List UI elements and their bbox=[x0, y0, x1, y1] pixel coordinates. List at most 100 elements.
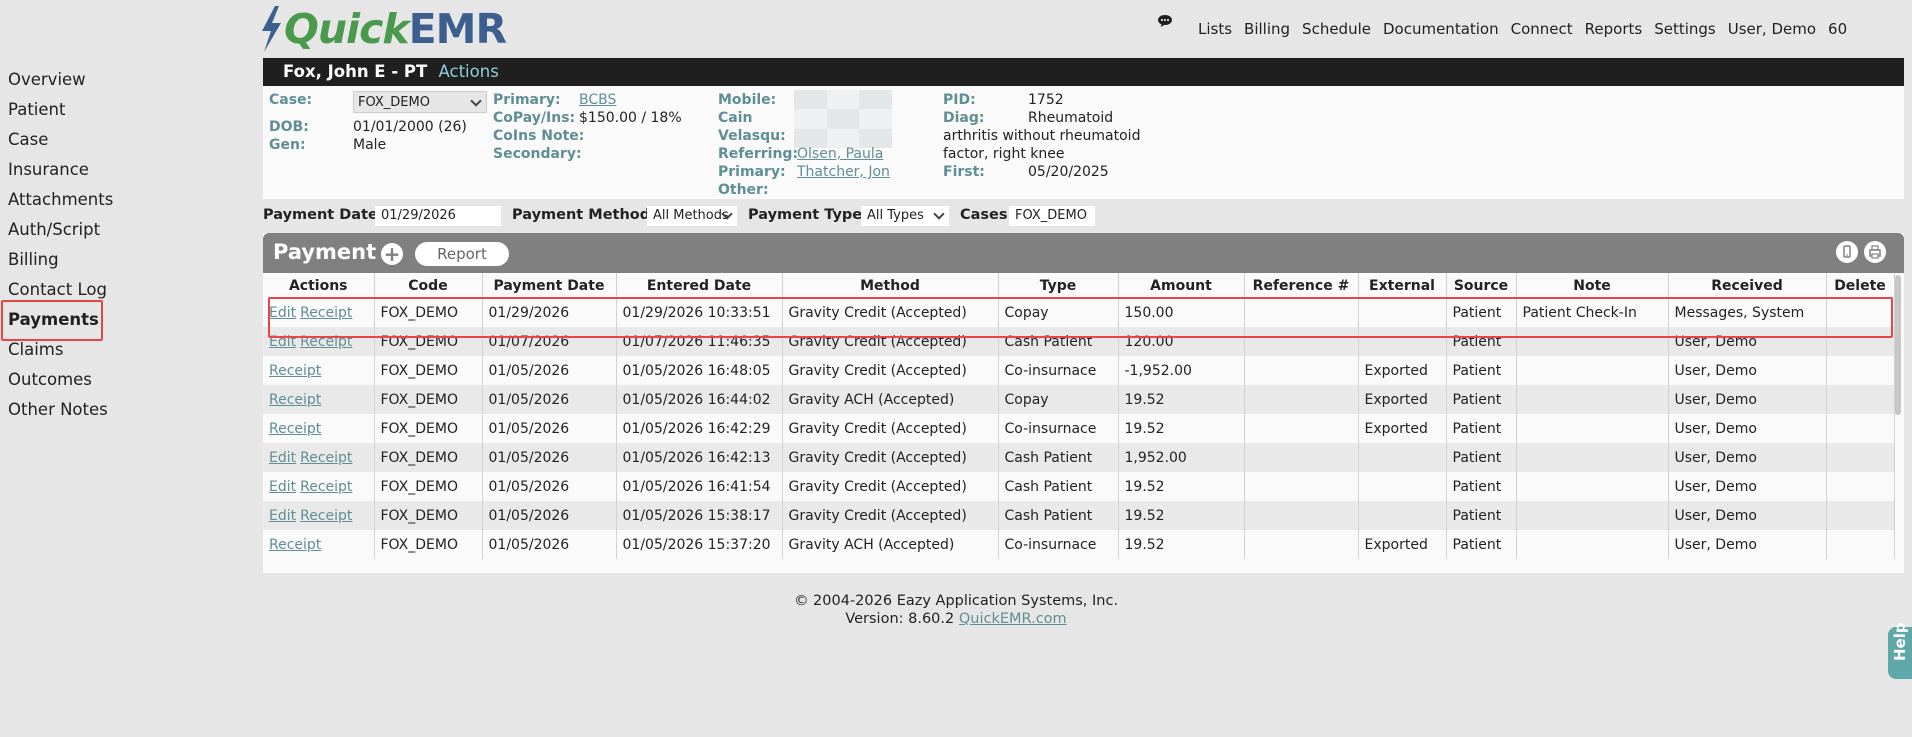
diag-label: Diag: bbox=[943, 110, 985, 126]
row-actions-cell: Edit Receipt bbox=[263, 443, 375, 472]
nav-lists[interactable]: Lists bbox=[1198, 20, 1232, 38]
col-payment-date[interactable]: Payment Date bbox=[482, 273, 617, 298]
sidebar-item-outcomes[interactable]: Outcomes bbox=[0, 365, 260, 395]
col-source[interactable]: Source bbox=[1446, 273, 1517, 298]
edit-link[interactable]: Edit bbox=[269, 508, 296, 524]
edit-link[interactable]: Edit bbox=[269, 479, 296, 495]
receipt-link[interactable]: Receipt bbox=[300, 479, 352, 495]
velasqu-label: Velasqu: bbox=[718, 128, 786, 144]
col-actions[interactable]: Actions bbox=[263, 273, 375, 298]
sidebar-item-auth-script[interactable]: Auth/Script bbox=[0, 215, 260, 245]
sidebar-item-other-notes[interactable]: Other Notes bbox=[0, 395, 260, 425]
quickemr-logo[interactable]: Quick EMR bbox=[258, 4, 507, 54]
cell-ref bbox=[1244, 356, 1359, 385]
edit-link[interactable]: Edit bbox=[269, 450, 296, 466]
gender-label: Gen: bbox=[269, 137, 306, 153]
nav-connect[interactable]: Connect bbox=[1511, 20, 1573, 38]
cell-entered: 01/05/2026 16:48:05 bbox=[616, 356, 783, 385]
primary-ins-link[interactable]: BCBS bbox=[579, 92, 616, 108]
mobile-icon[interactable] bbox=[1836, 241, 1858, 263]
cell-received: User, Demo bbox=[1668, 414, 1827, 443]
col-amount[interactable]: Amount bbox=[1118, 273, 1245, 298]
payment-method-select[interactable]: All Methods bbox=[647, 206, 737, 226]
cell-amount: 19.52 bbox=[1118, 385, 1245, 414]
receipt-link[interactable]: Receipt bbox=[269, 392, 321, 408]
table-row[interactable]: Edit Receipt FOX_DEMO 01/05/2026 01/05/2026 … bbox=[263, 472, 1895, 501]
sidebar-item-overview[interactable]: Overview bbox=[0, 65, 260, 95]
cell-delete[interactable] bbox=[1826, 414, 1895, 443]
sidebar-item-attachments[interactable]: Attachments bbox=[0, 185, 260, 215]
primary-ins-label: Primary: bbox=[493, 92, 561, 108]
receipt-link[interactable]: Receipt bbox=[269, 363, 321, 379]
case-select[interactable]: FOX_DEMO bbox=[353, 91, 487, 113]
nav-settings[interactable]: Settings bbox=[1654, 20, 1716, 38]
referring-provider-link[interactable]: Olsen, Paula bbox=[797, 146, 883, 162]
cell-entered: 01/05/2026 15:38:17 bbox=[616, 501, 783, 530]
cell-delete[interactable] bbox=[1826, 501, 1895, 530]
col-external[interactable]: External bbox=[1358, 273, 1447, 298]
report-button[interactable]: Report bbox=[415, 242, 509, 266]
cases-select[interactable]: FOX_DEMO bbox=[1009, 206, 1095, 226]
table-row[interactable]: Edit Receipt FOX_DEMO 01/05/2026 01/05/2026 … bbox=[263, 443, 1895, 472]
cell-delete[interactable] bbox=[1826, 443, 1895, 472]
payment-type-label: Payment Type bbox=[748, 207, 863, 223]
col-entered-date[interactable]: Entered Date bbox=[616, 273, 783, 298]
sidebar-item-insurance[interactable]: Insurance bbox=[0, 155, 260, 185]
payment-type-select[interactable]: All Types bbox=[861, 206, 949, 226]
sidebar-item-billing[interactable]: Billing bbox=[0, 245, 260, 275]
top-bar: Quick EMR Lists Billing Schedule Documen… bbox=[0, 0, 1912, 57]
table-row[interactable]: Receipt FOX_DEMO 01/05/2026 01/05/2026 15:3… bbox=[263, 530, 1895, 559]
cell-pay-date: 01/05/2026 bbox=[482, 414, 617, 443]
sidebar-item-case[interactable]: Case bbox=[0, 125, 260, 155]
print-icon[interactable] bbox=[1864, 241, 1886, 263]
receipt-link[interactable]: Receipt bbox=[300, 508, 352, 524]
cell-delete[interactable] bbox=[1826, 530, 1895, 559]
nav-schedule[interactable]: Schedule bbox=[1302, 20, 1371, 38]
col-type[interactable]: Type bbox=[998, 273, 1119, 298]
cell-method: Gravity Credit (Accepted) bbox=[782, 443, 999, 472]
cell-code: FOX_DEMO bbox=[374, 443, 483, 472]
primary-provider-link[interactable]: Thatcher, Jon bbox=[797, 164, 890, 180]
cell-external bbox=[1358, 501, 1447, 530]
table-row[interactable]: Edit Receipt FOX_DEMO 01/05/2026 01/05/2026 … bbox=[263, 501, 1895, 530]
receipt-link[interactable]: Receipt bbox=[269, 537, 321, 553]
add-payment-button[interactable]: + bbox=[381, 243, 403, 265]
cell-type: Co-insurnace bbox=[998, 414, 1119, 443]
sidebar-item-patient[interactable]: Patient bbox=[0, 95, 260, 125]
patient-actions-menu[interactable]: Actions bbox=[439, 62, 499, 81]
receipt-link[interactable]: Receipt bbox=[300, 450, 352, 466]
chat-bubble-icon[interactable] bbox=[1157, 14, 1173, 28]
cell-delete[interactable] bbox=[1826, 356, 1895, 385]
cell-entered: 01/05/2026 16:42:13 bbox=[616, 443, 783, 472]
col-note[interactable]: Note bbox=[1516, 273, 1669, 298]
table-row[interactable]: Receipt FOX_DEMO 01/05/2026 01/05/2026 16:4… bbox=[263, 385, 1895, 414]
payment-date-input[interactable]: 01/29/2026 bbox=[375, 206, 501, 226]
cell-code: FOX_DEMO bbox=[374, 385, 483, 414]
footer: © 2004-2026 Eazy Application Systems, In… bbox=[0, 592, 1912, 628]
nav-billing[interactable]: Billing bbox=[1244, 20, 1290, 38]
diag-value: Rheumatoid bbox=[1028, 110, 1114, 126]
cell-ref bbox=[1244, 472, 1359, 501]
help-tab[interactable]: Help bbox=[1888, 622, 1912, 679]
nav-user-menu[interactable]: User, Demo bbox=[1728, 20, 1816, 38]
table-row[interactable]: Receipt FOX_DEMO 01/05/2026 01/05/2026 16:4… bbox=[263, 356, 1895, 385]
dob-value: 01/01/2000 (26) bbox=[353, 119, 467, 135]
table-scrollbar[interactable] bbox=[1895, 275, 1901, 415]
cell-type: Cash Patient bbox=[998, 443, 1119, 472]
table-row[interactable]: Receipt FOX_DEMO 01/05/2026 01/05/2026 16:4… bbox=[263, 414, 1895, 443]
footer-website-link[interactable]: QuickEMR.com bbox=[959, 611, 1067, 627]
col-method[interactable]: Method bbox=[782, 273, 999, 298]
cell-source: Patient bbox=[1446, 530, 1517, 559]
cell-delete[interactable] bbox=[1826, 385, 1895, 414]
col-received[interactable]: Received bbox=[1668, 273, 1827, 298]
nav-documentation[interactable]: Documentation bbox=[1383, 20, 1499, 38]
col-reference[interactable]: Reference # bbox=[1244, 273, 1359, 298]
cell-method: Gravity ACH (Accepted) bbox=[782, 385, 999, 414]
receipt-link[interactable]: Receipt bbox=[269, 421, 321, 437]
cain-label: Cain bbox=[718, 110, 753, 126]
cell-code: FOX_DEMO bbox=[374, 356, 483, 385]
col-delete[interactable]: Delete bbox=[1826, 273, 1895, 298]
col-code[interactable]: Code bbox=[374, 273, 483, 298]
nav-reports[interactable]: Reports bbox=[1585, 20, 1643, 38]
cell-delete[interactable] bbox=[1826, 472, 1895, 501]
